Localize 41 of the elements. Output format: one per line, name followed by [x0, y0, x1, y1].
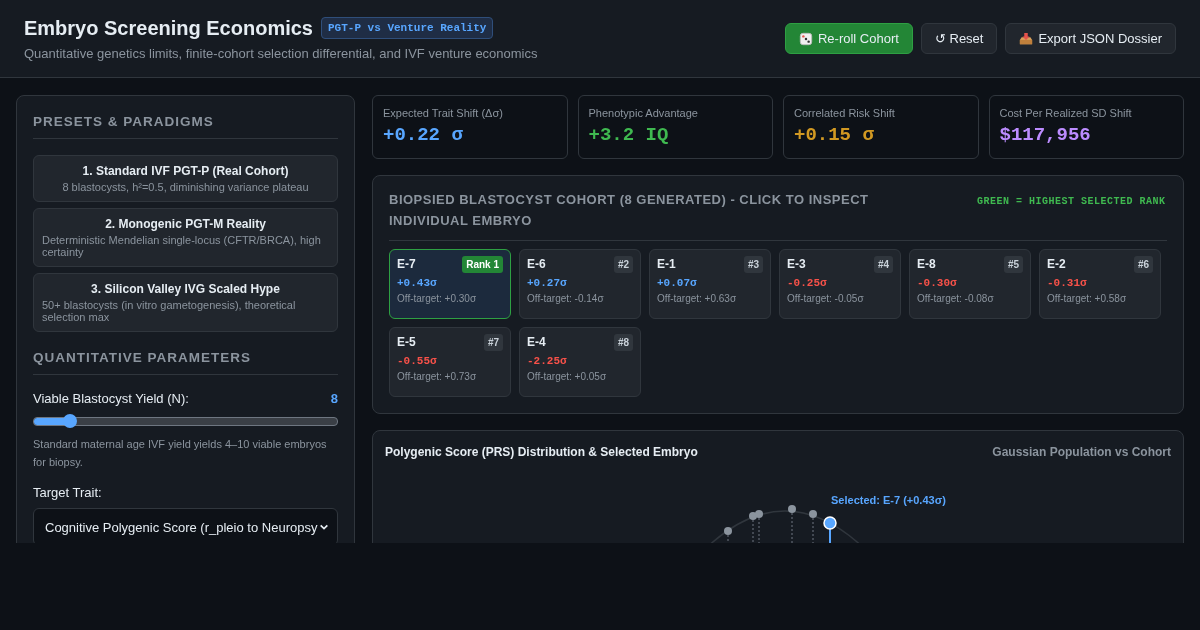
metric-value: +0.15 σ: [794, 124, 875, 146]
inbox-tray-icon: [1019, 31, 1034, 46]
metric-label: Correlated Risk Shift: [794, 107, 896, 119]
embryo-card[interactable]: E-7 Rank 1 +0.43σ Off-target: +0.30σ: [389, 248, 511, 319]
metric-value: $117,956: [999, 124, 1092, 146]
page-subtitle: Quantitative genetics limits, finite-cohort selection differential, and IVF venture economics: [24, 45, 538, 61]
embryo-card[interactable]: E-2 #6 -0.31σ Off-target: +0.58σ: [1039, 248, 1161, 319]
embryo-card[interactable]: E-1 #3 +0.07σ Off-target: +0.63σ: [649, 248, 771, 319]
metric-label: Phenotypic Advantage: [588, 107, 699, 119]
reset-button[interactable]: ↺ Reset: [920, 23, 998, 54]
legend-note: GREEN = HIGHEST SELECTED RANK: [977, 195, 1167, 209]
preset-button[interactable]: 2. Monogenic PGT-M Reality Deterministic Mendelian single-locus (CFTR/BRCA), high certainty: [33, 208, 338, 267]
mode-badge: PGT-P vs Venture Reality: [321, 17, 494, 39]
yield-value: 8: [330, 391, 338, 406]
trait-dropdown[interactable]: Cognitive Polygenic Score (r_pleio to Neuropsy: [33, 508, 338, 543]
yield-label: Viable Blastocyst Yield (N):: [33, 391, 189, 406]
metric-label: Expected Trait Shift (Δσ): [383, 107, 504, 119]
chart-subtitle: Gaussian Population vs Cohort: [992, 444, 1171, 459]
trait-label: Target Trait:: [33, 485, 103, 501]
preset-button[interactable]: 1. Standard IVF PGT-P (Real Cohort) 8 blastocysts, h²=0.5, diminishing variance plateau: [33, 155, 338, 202]
yield-slider[interactable]: [33, 414, 338, 428]
section-heading: PRESETS & PARADIGMS: [33, 114, 338, 139]
section-heading: QUANTITATIVE PARAMETERS: [33, 350, 338, 375]
preset-button[interactable]: 3. Silicon Valley IVG Scaled Hype 50+ blastocysts (in vitro gametogenesis), theoretical selection max: [33, 273, 338, 332]
page-title: Embryo Screening Economics: [24, 16, 313, 40]
slider-thumb[interactable]: [63, 413, 78, 428]
embryo-card[interactable]: E-6 #2 +0.27σ Off-target: -0.14σ: [519, 248, 641, 319]
yield-hint: Standard maternal age IVF yield yields 4–10 viable embryos for biopsy.: [33, 437, 328, 470]
export-button[interactable]: Export JSON Dossier: [1005, 23, 1176, 54]
embryo-card[interactable]: E-4 #8 -2.25σ Off-target: +0.05σ: [519, 326, 641, 397]
cohort-title: BIOPSIED BLASTOCYST COHORT (8 GENERATED) - CLICK TO INSPECT INDIVIDUAL EMBRYO: [389, 191, 870, 230]
reroll-button[interactable]: Re-roll Cohort: [784, 23, 913, 54]
metric-label: Cost Per Realized SD Shift: [999, 107, 1133, 119]
chart-title: Polygenic Score (PRS) Distribution & Selected Embryo: [385, 444, 698, 459]
selected-label: Selected: E-7 (+0.43σ): [831, 493, 946, 506]
embryo-card[interactable]: E-5 #7 -0.55σ Off-target: +0.73σ: [389, 326, 511, 397]
embryo-card[interactable]: E-8 #5 -0.30σ Off-target: -0.08σ: [909, 248, 1031, 319]
dice-icon: [798, 31, 813, 46]
metric-value: +3.2 IQ: [588, 124, 670, 146]
embryo-card[interactable]: E-3 #4 -0.25σ Off-target: -0.05σ: [779, 248, 901, 319]
metric-value: +0.22 σ: [383, 124, 464, 146]
